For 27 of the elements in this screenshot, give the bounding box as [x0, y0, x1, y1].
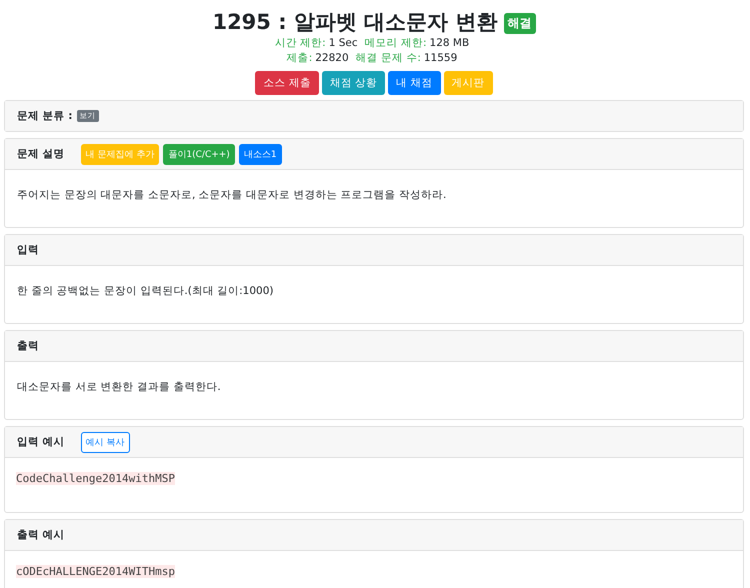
meta-value: 11559	[424, 51, 458, 66]
action-button[interactable]: 내 채점	[388, 71, 441, 95]
meta-label: 해결 문제 수:	[356, 51, 421, 66]
meta-label: 시간 제한:	[274, 36, 326, 51]
copy-button[interactable]: 예시 복사	[80, 432, 130, 452]
meta-label: 제출:	[286, 51, 312, 66]
action-button[interactable]: 소스 제출	[255, 71, 319, 95]
meta-value: 1 Sec	[328, 36, 358, 51]
section-title: 문제 설명	[17, 147, 65, 161]
section-text: 주어지는 문장의 대문자를 소문자로, 소문자를 대문자로 변경하는 프로그램을 작성하라.	[17, 189, 446, 201]
section-title: 문제 분류 :	[17, 109, 73, 123]
problem-title: 1295 : 알파벳 대소문자 변환	[212, 9, 498, 36]
section-title: 입력 예시	[17, 435, 65, 449]
meta-value: 128 MB	[430, 36, 470, 51]
action-button[interactable]: 채점 상황	[322, 71, 386, 95]
section-text: 대소문자를 서로 변환한 결과를 출력한다.	[17, 381, 221, 393]
section-button[interactable]: 내소스1	[238, 144, 282, 164]
section-title: 입력	[17, 243, 39, 257]
meta-label: 메모리 제한:	[364, 36, 427, 51]
meta-value: 22820	[315, 51, 349, 66]
sample-code: CodeChallenge2014withMSP	[16, 472, 175, 485]
section-title: 출력 예시	[17, 528, 65, 542]
solved-badge: 해결	[504, 13, 536, 34]
section-text: 한 줄의 공백없는 문장이 입력된다.(최대 길이:1000)	[17, 285, 274, 297]
sample-code: cODEcHALLENGE2014WITHmsp	[16, 565, 175, 578]
section-title: 출력	[17, 339, 39, 353]
section-button[interactable]: 풀이1(C/C++)	[163, 144, 235, 164]
